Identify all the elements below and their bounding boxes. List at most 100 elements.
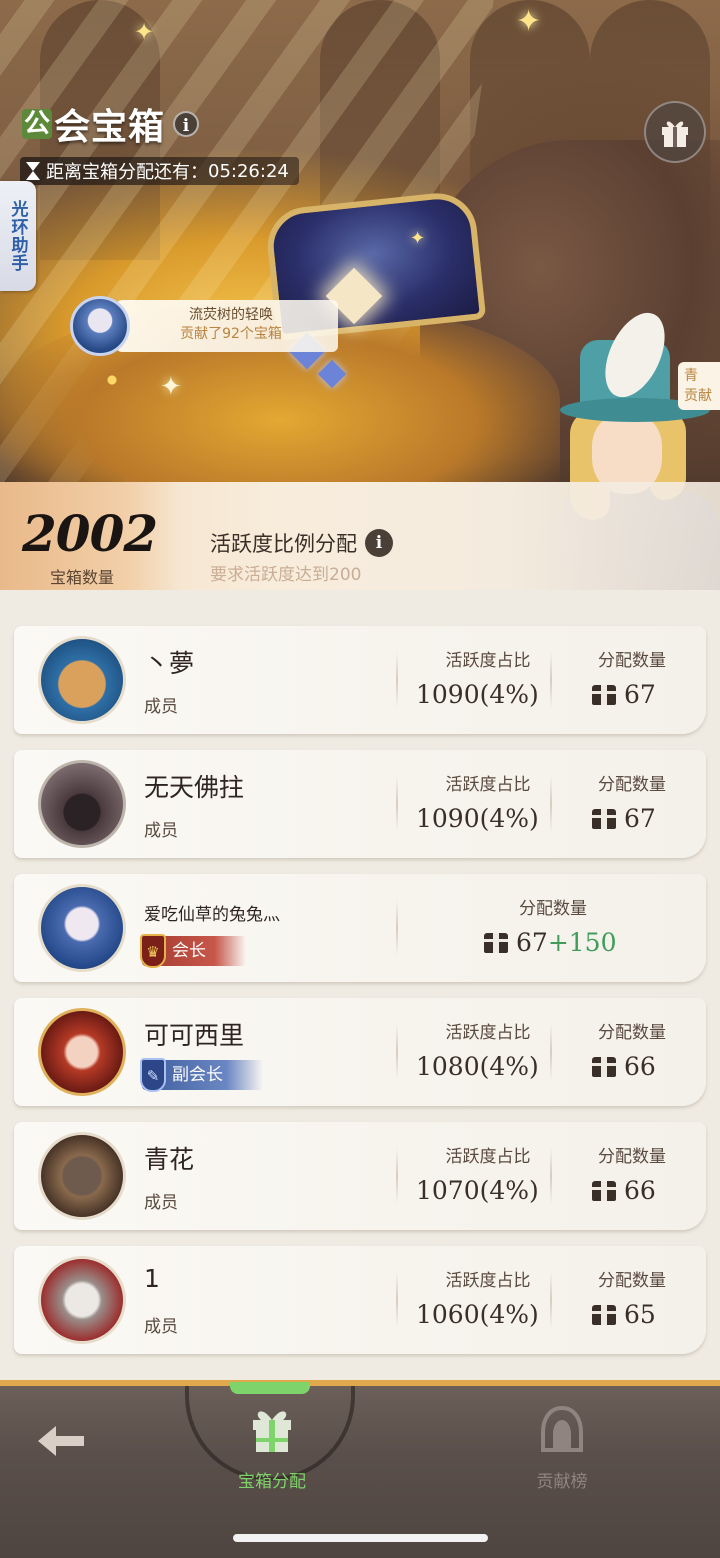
- allocation-value: 66: [592, 1176, 656, 1205]
- activity-value: 1070(4%): [416, 1176, 539, 1205]
- member-name: 1: [144, 1264, 160, 1293]
- allocation-header: 分配数量: [598, 1147, 666, 1167]
- member-role: 成员: [144, 697, 178, 717]
- sparkle-icon: ✦: [160, 372, 182, 402]
- chest-icon: [592, 1057, 616, 1077]
- allocation-header: 分配数量: [598, 1271, 666, 1291]
- allocation-value: 66: [592, 1052, 656, 1081]
- list-item[interactable]: 1 成员 活跃度占比 1060(4%) 分配数量 65: [14, 1246, 706, 1354]
- avatar: [38, 884, 126, 972]
- allocation-mode-title: 活跃度比例分配: [210, 532, 357, 556]
- list-item[interactable]: 丶夢 成员 活跃度占比 1090(4%) 分配数量 67: [14, 626, 706, 734]
- peek-name: 青: [684, 368, 698, 384]
- member-name: 爱吃仙草的兔兔灬: [144, 905, 280, 925]
- member-name: 可可西里: [144, 1021, 245, 1050]
- avatar: [38, 1132, 126, 1220]
- chest-count: 2002: [22, 504, 158, 563]
- bottom-nav: 宝箱分配 贡献榜: [0, 1380, 720, 1558]
- tab-label: 贡献榜: [536, 1472, 588, 1492]
- divider: [550, 1148, 552, 1204]
- allocation-header: 分配数量: [598, 775, 666, 795]
- list-item[interactable]: 青花 成员 活跃度占比 1070(4%) 分配数量 66: [14, 1122, 706, 1230]
- divider: [396, 1024, 398, 1080]
- member-name: 丶夢: [144, 649, 195, 678]
- allocation-value: 67+150: [484, 928, 616, 957]
- avatar: [38, 636, 126, 724]
- chest-icon: [592, 1305, 616, 1325]
- tab-label: 宝箱分配: [238, 1472, 306, 1492]
- activity-value: 1080(4%): [416, 1052, 539, 1081]
- allocation-bonus: +150: [547, 928, 617, 957]
- list-item[interactable]: 爱吃仙草的兔兔灬 ♛ 会长 分配数量 67+150: [14, 874, 706, 982]
- divider: [396, 1272, 398, 1328]
- divider: [396, 776, 398, 832]
- countdown-time: 05:26:24: [208, 160, 289, 182]
- allocation-requirement: 要求活跃度达到200: [210, 565, 362, 585]
- contribution-card: 流荧树的轻唤 贡献了92个宝箱: [116, 300, 338, 352]
- back-button[interactable]: [32, 1416, 92, 1466]
- active-tab-indicator: [230, 1382, 310, 1394]
- contributor-name: 流荧树的轻唤: [189, 307, 273, 323]
- allocation-header: 分配数量: [598, 1023, 666, 1043]
- chest-icon: [484, 933, 508, 953]
- allocation-value: 67: [592, 680, 656, 709]
- divider: [396, 1148, 398, 1204]
- leader-badge: ♛ 会长: [140, 934, 246, 968]
- back-arrow-icon: [38, 1426, 84, 1456]
- list-item[interactable]: 无天佛拄 成员 活跃度占比 1090(4%) 分配数量 67: [14, 750, 706, 858]
- activity-value: 1060(4%): [416, 1300, 539, 1329]
- member-role: 成员: [144, 821, 178, 841]
- activity-header: 活跃度占比: [445, 1147, 531, 1167]
- title-first-char: 公: [22, 109, 52, 139]
- allocation-header: 分配数量: [598, 651, 666, 671]
- divider: [396, 900, 398, 956]
- contribution-bubble-offscreen: 青 贡献: [678, 362, 720, 410]
- tab-chest-allocation[interactable]: 宝箱分配: [222, 1398, 322, 1492]
- divider: [550, 1272, 552, 1328]
- avatar: [38, 1008, 126, 1096]
- hourglass-icon: [26, 162, 40, 180]
- gift-button[interactable]: [644, 101, 706, 163]
- allocation-mode: 活跃度比例分配 i: [210, 528, 393, 558]
- chest-count-label: 宝箱数量: [50, 568, 115, 587]
- divider: [550, 1024, 552, 1080]
- list-item[interactable]: 可可西里 ✎ 副会长 活跃度占比 1080(4%) 分配数量 66: [14, 998, 706, 1106]
- activity-value: 1090(4%): [416, 804, 539, 833]
- chest-icon: [592, 685, 616, 705]
- divider: [550, 652, 552, 708]
- activity-header: 活跃度占比: [445, 1271, 531, 1291]
- countdown-bar: 距离宝箱分配还有： 05:26:24: [20, 157, 299, 185]
- info-icon[interactable]: i: [173, 111, 200, 137]
- sparkle-icon: ✦: [516, 4, 542, 39]
- member-role: 副会长: [172, 1065, 223, 1085]
- allocation-header: 分配数量: [519, 899, 587, 919]
- sparkle-icon: ✦: [410, 228, 426, 249]
- activity-value: 1090(4%): [416, 680, 539, 709]
- member-name: 无天佛拄: [144, 773, 245, 802]
- contribution-bubble: 流荧树的轻唤 贡献了92个宝箱: [70, 296, 338, 356]
- title-text: 会宝箱: [54, 107, 166, 148]
- chest-count-panel: 2002 宝箱数量: [0, 482, 180, 590]
- member-role: 成员: [144, 1317, 178, 1337]
- member-role: 会长: [172, 941, 206, 961]
- home-indicator[interactable]: [233, 1534, 488, 1542]
- avatar: [38, 1256, 126, 1344]
- tab-contribution-rank[interactable]: 贡献榜: [512, 1404, 612, 1492]
- countdown-label: 距离宝箱分配还有：: [46, 162, 208, 183]
- gift-icon: [662, 121, 688, 147]
- info-icon[interactable]: i: [365, 529, 393, 557]
- member-name: 青花: [144, 1145, 195, 1174]
- member-list[interactable]: 丶夢 成员 活跃度占比 1090(4%) 分配数量 67 无天佛拄 成员 活跃度…: [0, 590, 720, 1380]
- divider: [550, 776, 552, 832]
- activity-header: 活跃度占比: [445, 651, 531, 671]
- chest-icon: [592, 809, 616, 829]
- avatar: [38, 760, 126, 848]
- allocation-value: 67: [592, 804, 656, 833]
- activity-header: 活跃度占比: [445, 775, 531, 795]
- page-title: 公 会宝箱 i: [22, 98, 200, 150]
- gift-icon: [253, 1411, 291, 1452]
- member-role: 成员: [144, 1193, 178, 1213]
- quill-icon: ✎: [140, 1058, 166, 1092]
- contribution-text: 贡献了92个宝箱: [180, 326, 282, 342]
- side-tab-assistant[interactable]: 光环助手: [0, 181, 36, 291]
